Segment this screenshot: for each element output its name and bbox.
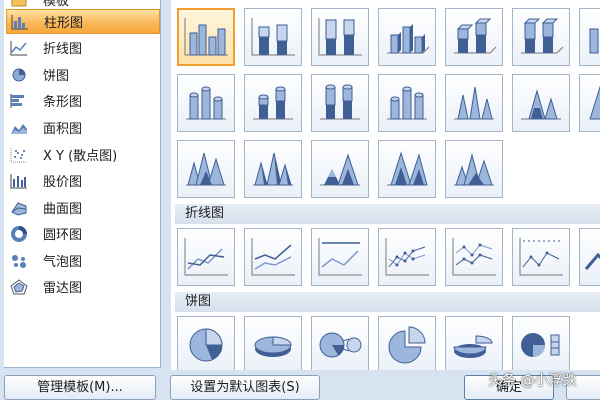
scatter-chart-icon bbox=[9, 146, 29, 164]
category-label: 折线图 bbox=[43, 42, 83, 57]
category-label: 曲面图 bbox=[43, 202, 83, 217]
clustered-pyramid-icon[interactable] bbox=[244, 140, 302, 198]
category-label: 雷达图 bbox=[43, 281, 83, 296]
3d-pyramid-icon[interactable] bbox=[445, 140, 503, 198]
line-icon[interactable] bbox=[177, 228, 235, 286]
3d-cone-icon[interactable] bbox=[177, 140, 235, 198]
100-stacked-column-icon[interactable] bbox=[311, 8, 369, 66]
3d-clustered-column-icon[interactable] bbox=[378, 8, 436, 66]
line-with-markers-icon[interactable] bbox=[378, 228, 436, 286]
100-stacked-cone-icon[interactable] bbox=[579, 74, 600, 132]
3d-column-icon[interactable] bbox=[579, 8, 600, 66]
clustered-cone-icon[interactable] bbox=[445, 74, 503, 132]
stacked-line-with-markers-icon[interactable] bbox=[445, 228, 503, 286]
section-header-line: 折线图 bbox=[175, 204, 600, 224]
clustered-cylinder-icon[interactable] bbox=[177, 74, 235, 132]
chart-gallery: 折线图 饼图 bbox=[171, 0, 600, 370]
category-radar[interactable]: 雷达图 bbox=[6, 274, 160, 299]
stacked-cylinder-icon[interactable] bbox=[244, 74, 302, 132]
3d-line-icon[interactable] bbox=[579, 228, 600, 286]
category-label: 饼图 bbox=[43, 69, 70, 84]
100-stacked-cylinder-icon[interactable] bbox=[311, 74, 369, 132]
stock-chart-icon bbox=[9, 172, 29, 190]
pie-chart-icon bbox=[9, 66, 29, 84]
category-scatter[interactable]: X Y (散点图) bbox=[6, 142, 160, 167]
100-stacked-pyramid-icon[interactable] bbox=[378, 140, 436, 198]
folder-icon bbox=[9, 0, 29, 9]
column-chart-icon bbox=[10, 13, 30, 31]
pie-icon[interactable] bbox=[177, 316, 235, 370]
watermark-text: 头条 @小浮跌 bbox=[488, 373, 577, 389]
category-label: 气泡图 bbox=[43, 255, 83, 270]
category-bubble[interactable]: 气泡图 bbox=[6, 248, 160, 273]
bar-of-pie-icon[interactable] bbox=[512, 316, 570, 370]
bar-chart-icon bbox=[9, 92, 29, 110]
stacked-cone-icon[interactable] bbox=[512, 74, 570, 132]
surface-chart-icon bbox=[9, 199, 29, 217]
category-label: 模板 bbox=[43, 0, 70, 9]
set-default-chart-button[interactable]: 设置为默认图表(S) bbox=[170, 375, 320, 400]
stacked-pyramid-icon[interactable] bbox=[311, 140, 369, 198]
category-label: 股价图 bbox=[43, 175, 83, 190]
section-header-pie: 饼图 bbox=[175, 292, 600, 312]
100-stacked-line-icon[interactable] bbox=[311, 228, 369, 286]
3d-stacked-column-icon[interactable] bbox=[445, 8, 503, 66]
category-stock[interactable]: 股价图 bbox=[6, 168, 160, 193]
category-label: 柱形图 bbox=[44, 16, 84, 31]
area-chart-icon bbox=[9, 119, 29, 137]
3d-cylinder-icon[interactable] bbox=[378, 74, 436, 132]
stacked-line-icon[interactable] bbox=[244, 228, 302, 286]
bubble-chart-icon bbox=[9, 252, 29, 270]
category-line[interactable]: 折线图 bbox=[6, 35, 160, 60]
category-bar[interactable]: 条形图 bbox=[6, 88, 160, 113]
3d-exploded-pie-icon[interactable] bbox=[445, 316, 503, 370]
clustered-column-icon[interactable] bbox=[177, 8, 235, 66]
category-label: 条形图 bbox=[43, 95, 83, 110]
3d-100-stacked-column-icon[interactable] bbox=[512, 8, 570, 66]
category-label: X Y (散点图) bbox=[43, 149, 118, 164]
category-doughnut[interactable]: 圆环图 bbox=[6, 221, 160, 246]
3d-pie-icon[interactable] bbox=[244, 316, 302, 370]
manage-templates-button[interactable]: 管理模板(M)... bbox=[4, 375, 156, 400]
radar-chart-icon bbox=[9, 278, 29, 296]
chart-type-list: 模板 柱形图 折线图 饼图 条形图 面积图 X Y (散点图) 股价图 曲面图 … bbox=[4, 0, 161, 368]
doughnut-chart-icon bbox=[9, 225, 29, 243]
category-area[interactable]: 面积图 bbox=[6, 115, 160, 140]
pie-of-pie-icon[interactable] bbox=[311, 316, 369, 370]
category-pie[interactable]: 饼图 bbox=[6, 62, 160, 87]
category-label: 圆环图 bbox=[43, 228, 83, 243]
stacked-column-icon[interactable] bbox=[244, 8, 302, 66]
category-label: 面积图 bbox=[43, 122, 83, 137]
100-stacked-line-with-markers-icon[interactable] bbox=[512, 228, 570, 286]
category-surface[interactable]: 曲面图 bbox=[6, 195, 160, 220]
line-chart-icon bbox=[9, 39, 29, 57]
exploded-pie-icon[interactable] bbox=[378, 316, 436, 370]
category-column[interactable]: 柱形图 bbox=[6, 9, 160, 34]
